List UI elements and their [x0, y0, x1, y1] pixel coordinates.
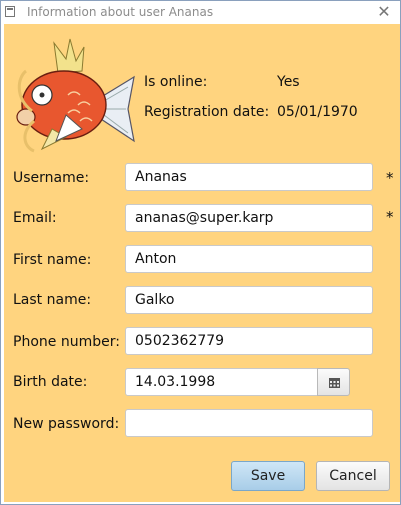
- user-info-panel: Is online: Yes Registration date: 05/01/…: [4, 24, 400, 502]
- save-button[interactable]: Save: [231, 461, 305, 491]
- username-required-mark: *: [386, 169, 394, 187]
- calendar-icon: [329, 378, 340, 388]
- phone-number-label: Phone number:: [13, 334, 120, 350]
- email-required-mark: *: [386, 208, 394, 226]
- new-password-label: New password:: [13, 416, 120, 432]
- online-label: Is online:: [144, 74, 208, 90]
- last-name-input[interactable]: [125, 286, 373, 314]
- email-label: Email:: [13, 210, 57, 226]
- online-value: Yes: [277, 74, 300, 90]
- date-picker-button[interactable]: [317, 368, 350, 396]
- magikarp-avatar: [16, 38, 135, 153]
- cancel-button[interactable]: Cancel: [316, 461, 390, 491]
- birth-date-label: Birth date:: [13, 374, 88, 390]
- window-title: Information about user Ananas: [27, 5, 214, 19]
- title-bar: Information about user Ananas ✕: [1, 1, 400, 24]
- new-password-input[interactable]: [125, 409, 373, 437]
- first-name-input[interactable]: [125, 245, 373, 273]
- close-button[interactable]: ✕: [374, 2, 394, 22]
- email-input[interactable]: [125, 204, 373, 232]
- username-input[interactable]: [125, 163, 373, 191]
- phone-number-input[interactable]: [125, 327, 373, 355]
- registration-date-value: 05/01/1970: [277, 104, 358, 120]
- username-label: Username:: [13, 170, 90, 186]
- last-name-label: Last name:: [13, 292, 92, 308]
- window-icon: [5, 6, 15, 17]
- birth-date-input[interactable]: [125, 368, 318, 396]
- user-info-window: Information about user Ananas ✕ Is onlin…: [0, 0, 401, 505]
- registration-date-label: Registration date:: [144, 104, 270, 120]
- first-name-label: First name:: [13, 252, 92, 268]
